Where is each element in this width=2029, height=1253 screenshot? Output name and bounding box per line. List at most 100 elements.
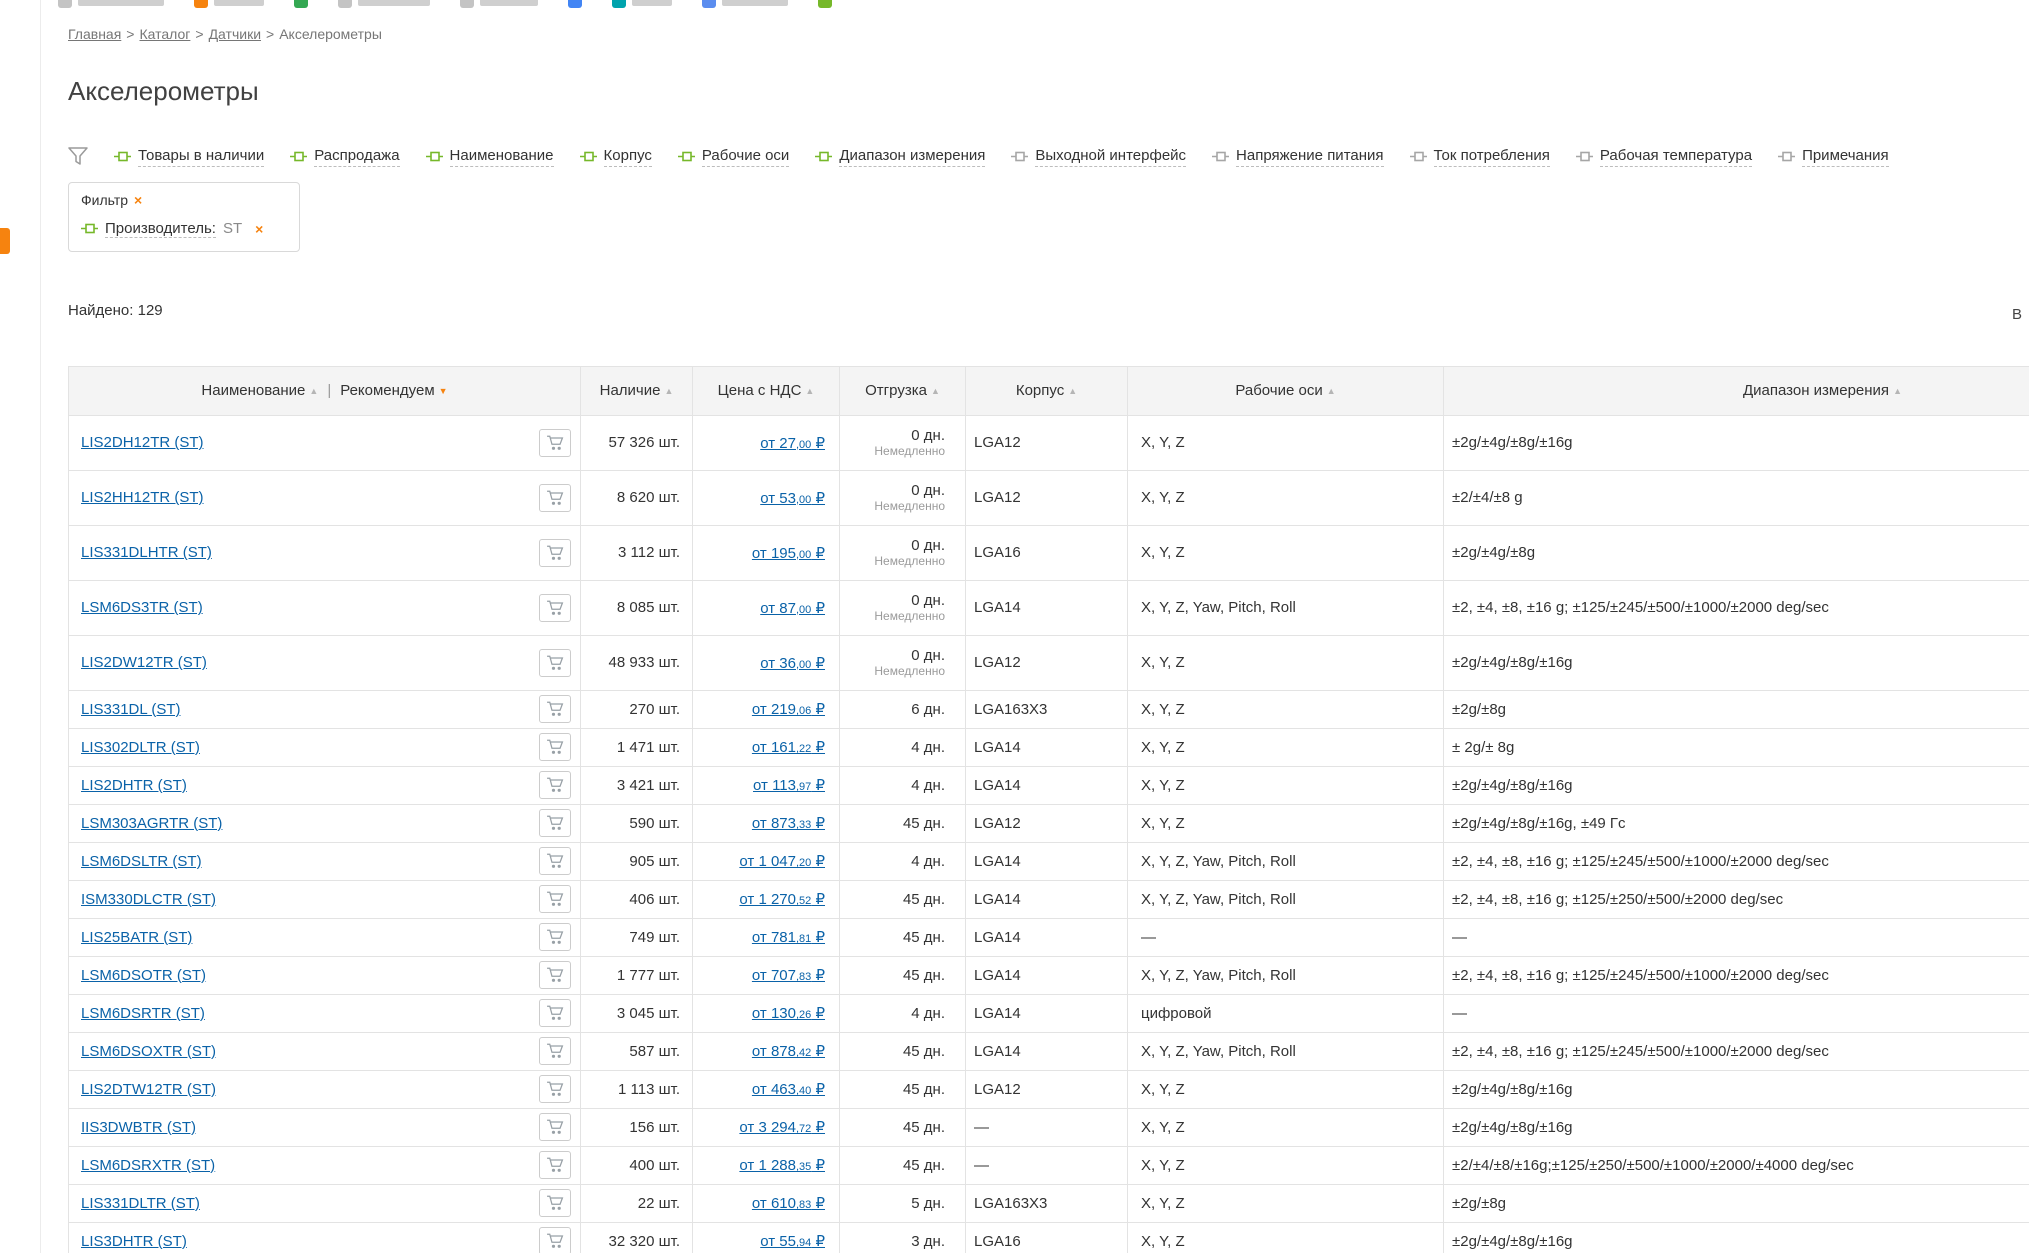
filter-chip[interactable]: Рабочая температура [1576,147,1752,167]
filter-chip[interactable]: Товары в наличии [114,147,264,167]
product-link[interactable]: LSM6DSRTR (ST) [81,1005,205,1022]
add-to-cart-button[interactable] [539,961,571,989]
column-header-price[interactable]: Цена с НДС▲ [693,366,840,415]
filter-chip[interactable]: Ток потребления [1410,147,1550,167]
add-to-cart-button[interactable] [539,771,571,799]
bookmark-item[interactable] [58,0,164,11]
column-header-range[interactable]: Диапазон измерения▲ [1444,366,2029,415]
product-link[interactable]: LIS3DHTR (ST) [81,1233,187,1250]
header-package-label[interactable]: Корпус [1016,382,1064,399]
bookmark-item[interactable] [294,0,308,11]
header-range-label[interactable]: Диапазон измерения [1743,382,1889,399]
price-link[interactable]: от 463,40 ₽ [752,1081,825,1098]
add-to-cart-button[interactable] [539,999,571,1027]
filter-chip[interactable]: Корпус [580,147,652,167]
header-name-label[interactable]: Наименование [201,382,305,399]
add-to-cart-button[interactable] [539,1113,571,1141]
product-link[interactable]: LIS2DHTR (ST) [81,777,187,794]
add-to-cart-button[interactable] [539,1189,571,1217]
add-to-cart-button[interactable] [539,923,571,951]
header-stock-label[interactable]: Наличие [600,382,661,399]
add-to-cart-button[interactable] [539,649,571,677]
price-link[interactable]: от 27,00 ₽ [760,435,825,452]
price-link[interactable]: от 195,00 ₽ [752,545,825,562]
column-header-name[interactable]: Наименование▲|Рекомендуем▼ [69,366,581,415]
price-link[interactable]: от 1 288,35 ₽ [739,1157,825,1174]
add-to-cart-button[interactable] [539,1037,571,1065]
bookmark-item[interactable] [460,0,538,11]
product-link[interactable]: LSM6DSOXTR (ST) [81,1043,216,1060]
price-link[interactable]: от 87,00 ₽ [760,600,825,617]
price-link[interactable]: от 53,00 ₽ [760,490,825,507]
add-to-cart-button[interactable] [539,733,571,761]
add-to-cart-button[interactable] [539,429,571,457]
bookmark-item[interactable] [818,0,832,11]
product-link[interactable]: LSM6DSOTR (ST) [81,967,206,984]
product-link[interactable]: LIS25BATR (ST) [81,929,192,946]
product-link[interactable]: LSM6DS3TR (ST) [81,599,203,616]
price-link[interactable]: от 781,81 ₽ [752,929,825,946]
active-filter-remove-button[interactable]: × [255,221,263,237]
add-to-cart-button[interactable] [539,1227,571,1253]
product-link[interactable]: IIS3DWBTR (ST) [81,1119,196,1136]
product-link[interactable]: LIS331DL (ST) [81,701,181,718]
add-to-cart-button[interactable] [539,539,571,567]
filter-chip[interactable]: Выходной интерфейс [1011,147,1186,167]
add-to-cart-button[interactable] [539,484,571,512]
product-link[interactable]: LIS302DLTR (ST) [81,739,200,756]
add-to-cart-button[interactable] [539,847,571,875]
column-header-package[interactable]: Корпус▲ [966,366,1128,415]
price-link[interactable]: от 55,94 ₽ [760,1233,825,1250]
price-link[interactable]: от 1 047,20 ₽ [739,853,825,870]
filter-chip[interactable]: Рабочие оси [678,147,789,167]
bookmark-item[interactable] [702,0,788,11]
breadcrumb-link[interactable]: Главная [68,26,121,42]
bookmark-item[interactable] [338,0,430,11]
filter-box-clear-button[interactable]: × [134,192,142,208]
add-to-cart-button[interactable] [539,1075,571,1103]
price-link[interactable]: от 610,83 ₽ [752,1195,825,1212]
add-to-cart-button[interactable] [539,594,571,622]
add-to-cart-button[interactable] [539,885,571,913]
product-link[interactable]: LIS331DLTR (ST) [81,1195,200,1212]
price-link[interactable]: от 873,33 ₽ [752,815,825,832]
product-link[interactable]: LSM6DSLTR (ST) [81,853,202,870]
price-link[interactable]: от 113,97 ₽ [753,777,825,794]
filter-chip[interactable]: Диапазон измерения [815,147,985,167]
price-link[interactable]: от 707,83 ₽ [752,967,825,984]
header-axes-label[interactable]: Рабочие оси [1235,382,1322,399]
add-to-cart-button[interactable] [539,1151,571,1179]
header-shipping-label[interactable]: Отгрузка [865,382,927,399]
price-link[interactable]: от 130,26 ₽ [752,1005,825,1022]
column-header-stock[interactable]: Наличие▲ [581,366,693,415]
filter-chip[interactable]: Напряжение питания [1212,147,1383,167]
price-link[interactable]: от 36,00 ₽ [760,655,825,672]
price-link[interactable]: от 1 270,52 ₽ [739,891,825,908]
breadcrumb-link[interactable]: Датчики [209,26,261,42]
product-link[interactable]: ISM330DLCTR (ST) [81,891,216,908]
filter-chip[interactable]: Распродажа [290,147,399,167]
product-link[interactable]: LSM6DSRXTR (ST) [81,1157,215,1174]
filter-chip[interactable]: Наименование [426,147,554,167]
filter-chip[interactable]: Примечания [1778,147,1889,167]
header-recommend-label[interactable]: Рекомендуем [340,382,434,399]
breadcrumb-link[interactable]: Каталог [139,26,190,42]
active-filter-name[interactable]: Производитель: [105,220,216,238]
bookmark-item[interactable] [612,0,672,11]
product-link[interactable]: LIS2DW12TR (ST) [81,654,207,671]
header-price-label[interactable]: Цена с НДС [718,382,802,399]
bookmark-item[interactable] [194,0,264,11]
product-link[interactable]: LIS2HH12TR (ST) [81,489,204,506]
bookmark-item[interactable] [568,0,582,11]
column-header-axes[interactable]: Рабочие оси▲ [1128,366,1444,415]
column-header-shipping[interactable]: Отгрузка▲ [840,366,966,415]
add-to-cart-button[interactable] [539,695,571,723]
price-link[interactable]: от 161,22 ₽ [752,739,825,756]
product-link[interactable]: LIS2DTW12TR (ST) [81,1081,216,1098]
add-to-cart-button[interactable] [539,809,571,837]
price-link[interactable]: от 3 294,72 ₽ [739,1119,825,1136]
product-link[interactable]: LIS331DLHTR (ST) [81,544,212,561]
price-link[interactable]: от 219,06 ₽ [752,701,825,718]
price-link[interactable]: от 878,42 ₽ [752,1043,825,1060]
product-link[interactable]: LIS2DH12TR (ST) [81,434,204,451]
